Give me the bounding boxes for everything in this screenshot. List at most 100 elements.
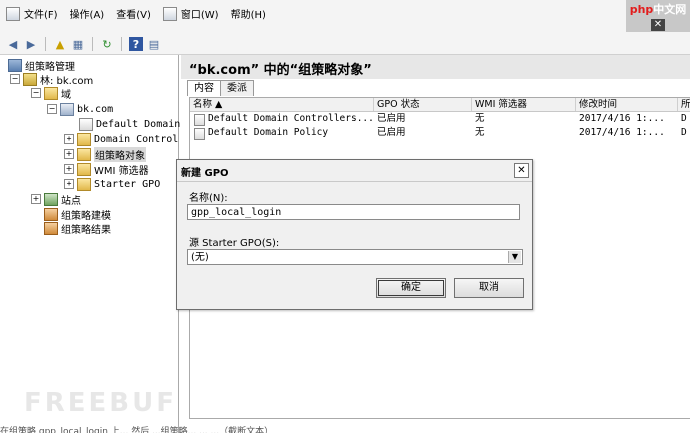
name-label: 名称(N): xyxy=(189,193,228,204)
cell-wmi: 无 xyxy=(475,113,485,124)
modeling-icon xyxy=(44,207,58,221)
expand-icon[interactable]: + xyxy=(31,194,41,204)
tree-domain[interactable]: − bk.com xyxy=(47,102,113,116)
ok-button[interactable]: 确定 xyxy=(376,278,446,298)
close-icon[interactable]: ✕ xyxy=(651,19,665,31)
cell-wmi: 无 xyxy=(475,127,485,138)
starter-gpo-select[interactable]: (无) ▼ xyxy=(187,249,523,265)
refresh-icon[interactable]: ↻ xyxy=(100,37,114,51)
cell-modified: 2017/4/16 1:... xyxy=(579,127,665,138)
expand-icon[interactable]: + xyxy=(64,179,74,189)
gpo-name-input[interactable]: gpp_local_login xyxy=(187,204,520,220)
tree-forest[interactable]: − 林: bk.com xyxy=(10,72,93,87)
expand-icon[interactable]: + xyxy=(64,164,74,174)
ou-icon xyxy=(77,132,91,146)
column-header-name[interactable]: 名称 ▲ xyxy=(190,98,374,111)
menu-window[interactable]: 窗口(W) xyxy=(181,6,219,21)
forward-icon[interactable]: ▶ xyxy=(24,37,38,51)
tree-root-label: 组策略管理 xyxy=(25,61,75,73)
tree-pane: 组策略管理 − 林: bk.com − 域 − bk.com Default D… xyxy=(0,55,180,433)
tree-item-label: Default Domain xyxy=(96,118,181,130)
domain-icon xyxy=(60,102,74,116)
starter-gpo-value: (无) xyxy=(191,252,209,263)
toolbar-divider xyxy=(45,37,46,51)
php-watermark-suffix: 中文网 xyxy=(653,3,687,16)
column-header-owner[interactable]: 所 xyxy=(678,98,690,111)
chevron-down-icon[interactable]: ▼ xyxy=(508,251,521,263)
menu-view[interactable]: 查看(V) xyxy=(116,6,151,21)
app-icon xyxy=(6,6,20,21)
starter-gpo-label: 源 Starter GPO(S): xyxy=(189,238,280,249)
tree-sites-label: 站点 xyxy=(61,195,81,207)
collapse-icon[interactable]: − xyxy=(10,74,20,84)
new-gpo-dialog: 新建 GPO ✕ 名称(N): gpp_local_login 源 Starte… xyxy=(176,159,533,310)
tree-item-wmi-filters[interactable]: + WMI 筛选器 xyxy=(64,162,149,177)
column-header-status[interactable]: GPO 状态 xyxy=(374,98,472,111)
wmi-folder-icon xyxy=(77,162,91,176)
tree-item-label: WMI 筛选器 xyxy=(94,165,149,177)
tree-domains-label: 域 xyxy=(61,89,71,101)
menu-bar: 文件(F) 操作(A) 查看(V) 窗口(W) 帮助(H) _ ▫ × php中… xyxy=(0,0,690,35)
gpo-folder-icon xyxy=(77,147,91,161)
tree-item-label: Domain Control xyxy=(94,133,179,145)
back-icon[interactable]: ◀ xyxy=(6,37,20,51)
tree-item-starter-gpo[interactable]: + Starter GPO xyxy=(64,177,160,191)
tree-results[interactable]: 组策略结果 xyxy=(44,221,111,236)
domains-folder-icon xyxy=(44,86,58,100)
tree-item-label: Starter GPO xyxy=(94,178,161,190)
tree-item-domain-controllers[interactable]: + Domain Control xyxy=(64,132,178,146)
list-header: 名称 ▲ GPO 状态 WMI 筛选器 修改时间 所 xyxy=(190,98,690,112)
cell-name: Default Domain Controllers... xyxy=(208,113,374,124)
menu-help[interactable]: 帮助(H) xyxy=(231,6,266,21)
tree-domain-label: bk.com xyxy=(77,103,114,115)
menu-file[interactable]: 文件(F) xyxy=(24,6,58,21)
toolbar: ◀ ▶ ▲ ▦ ↻ ? ▤ xyxy=(0,34,690,55)
dialog-title: 新建 GPO xyxy=(181,168,229,179)
tree-item-gpo-objects[interactable]: + 组策略对象 xyxy=(64,146,146,162)
php-watermark-logo: php中文网 xyxy=(630,1,687,17)
tab-contents[interactable]: 内容 xyxy=(187,80,221,96)
table-row[interactable]: Default Domain Policy 已启用 无 2017/4/16 1:… xyxy=(190,126,690,140)
close-icon[interactable]: ✕ xyxy=(514,163,529,178)
sites-icon xyxy=(44,192,58,206)
collapse-icon[interactable]: − xyxy=(31,88,41,98)
tree-root[interactable]: 组策略管理 xyxy=(8,58,75,73)
cell-modified: 2017/4/16 1:... xyxy=(579,113,665,124)
gpmc-icon xyxy=(8,58,22,72)
toolbar-divider xyxy=(92,37,93,51)
tree-domains[interactable]: − 域 xyxy=(31,86,71,101)
expand-icon[interactable]: + xyxy=(64,149,74,159)
dialog-titlebar[interactable]: 新建 GPO ✕ xyxy=(177,160,532,182)
show-hide-tree-icon[interactable]: ▦ xyxy=(71,37,85,51)
cancel-button[interactable]: 取消 xyxy=(454,278,524,298)
column-header-modified[interactable]: 修改时间 xyxy=(576,98,678,111)
table-row[interactable]: Default Domain Controllers... 已启用 无 2017… xyxy=(190,112,690,126)
cell-status: 已启用 xyxy=(377,113,406,124)
column-header-wmi[interactable]: WMI 筛选器 xyxy=(472,98,576,111)
up-icon[interactable]: ▲ xyxy=(53,37,67,51)
gpo-icon xyxy=(194,114,205,126)
starter-folder-icon xyxy=(77,177,91,191)
cell-status: 已启用 xyxy=(377,127,406,138)
tree-item-default-domain[interactable]: Default Domain xyxy=(79,117,180,131)
gpo-icon xyxy=(194,128,205,140)
cell-name: Default Domain Policy xyxy=(208,127,329,138)
cell-owner: D xyxy=(681,113,687,124)
toolbar-divider xyxy=(121,37,122,51)
help-icon[interactable]: ? xyxy=(129,37,143,51)
gpo-link-icon xyxy=(79,117,93,131)
freebuf-watermark: FREEBUF xyxy=(24,388,177,418)
tree-item-label: 组策略对象 xyxy=(94,146,146,162)
results-icon xyxy=(44,221,58,235)
collapse-icon[interactable]: − xyxy=(47,104,57,114)
tree-results-label: 组策略结果 xyxy=(61,224,111,236)
view-icon[interactable]: ▤ xyxy=(147,37,161,51)
php-watermark: php中文网 ✕ xyxy=(626,0,690,32)
page-title: “bk.com” 中的“组策略对象” xyxy=(189,63,372,78)
tree-sites[interactable]: + 站点 xyxy=(31,192,81,207)
menu-action[interactable]: 操作(A) xyxy=(70,6,105,21)
expand-icon[interactable]: + xyxy=(64,134,74,144)
tree-modeling[interactable]: 组策略建模 xyxy=(44,207,111,222)
window-menu-icon xyxy=(162,6,177,21)
tab-delegation[interactable]: 委派 xyxy=(220,80,254,96)
